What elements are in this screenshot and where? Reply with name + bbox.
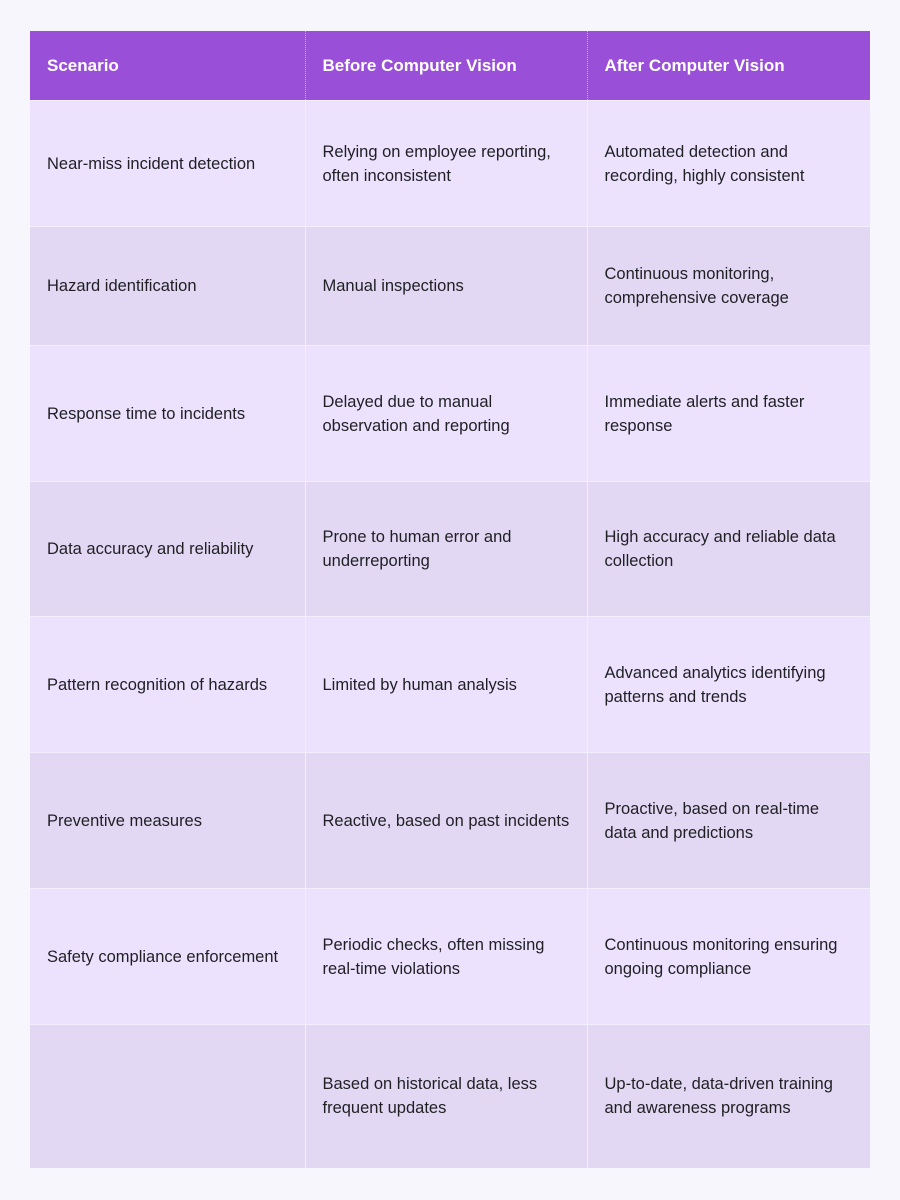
table-body: Near-miss incident detection Relying on … bbox=[30, 100, 870, 1168]
cell-scenario: Hazard identification bbox=[30, 226, 306, 346]
cell-scenario bbox=[30, 1024, 306, 1168]
cell-scenario: Safety compliance enforcement bbox=[30, 888, 306, 1025]
cell-after: Up-to-date, data-driven training and awa… bbox=[587, 1024, 870, 1168]
header-scenario: Scenario bbox=[30, 31, 306, 101]
cell-scenario: Response time to incidents bbox=[30, 345, 306, 482]
cell-before: Limited by human analysis bbox=[305, 616, 588, 753]
table-row: Based on historical data, less frequent … bbox=[30, 1024, 870, 1168]
comparison-table: Scenario Before Computer Vision After Co… bbox=[30, 31, 870, 1168]
cell-scenario: Near-miss incident detection bbox=[30, 100, 306, 227]
cell-after: Continuous monitoring, comprehensive cov… bbox=[587, 226, 870, 346]
table-header: Scenario Before Computer Vision After Co… bbox=[30, 31, 870, 101]
cell-scenario: Preventive measures bbox=[30, 752, 306, 889]
cell-before: Relying on employee reporting, often inc… bbox=[305, 100, 588, 227]
cell-before: Manual inspections bbox=[305, 226, 588, 346]
table-row: Near-miss incident detection Relying on … bbox=[30, 100, 870, 227]
table-row: Hazard identification Manual inspections… bbox=[30, 226, 870, 346]
header-row: Scenario Before Computer Vision After Co… bbox=[30, 31, 870, 101]
table-row: Safety compliance enforcement Periodic c… bbox=[30, 888, 870, 1025]
cell-scenario: Pattern recognition of hazards bbox=[30, 616, 306, 753]
comparison-table-container: Scenario Before Computer Vision After Co… bbox=[30, 31, 870, 1168]
header-before: Before Computer Vision bbox=[305, 31, 588, 101]
cell-before: Prone to human error and underreporting bbox=[305, 481, 588, 617]
cell-after: Advanced analytics identifying patterns … bbox=[587, 616, 870, 753]
cell-before: Periodic checks, often missing real-time… bbox=[305, 888, 588, 1025]
cell-after: Immediate alerts and faster response bbox=[587, 345, 870, 482]
table-row: Pattern recognition of hazards Limited b… bbox=[30, 616, 870, 753]
cell-after: High accuracy and reliable data collecti… bbox=[587, 481, 870, 617]
cell-before: Based on historical data, less frequent … bbox=[305, 1024, 588, 1168]
table-row: Response time to incidents Delayed due t… bbox=[30, 345, 870, 482]
cell-before: Delayed due to manual observation and re… bbox=[305, 345, 588, 482]
cell-after: Proactive, based on real-time data and p… bbox=[587, 752, 870, 889]
cell-scenario: Data accuracy and reliability bbox=[30, 481, 306, 617]
cell-after: Automated detection and recording, highl… bbox=[587, 100, 870, 227]
cell-before: Reactive, based on past incidents bbox=[305, 752, 588, 889]
header-after: After Computer Vision bbox=[587, 31, 870, 101]
cell-after: Continuous monitoring ensuring ongoing c… bbox=[587, 888, 870, 1025]
table-row: Preventive measures Reactive, based on p… bbox=[30, 752, 870, 889]
table-row: Data accuracy and reliability Prone to h… bbox=[30, 481, 870, 617]
